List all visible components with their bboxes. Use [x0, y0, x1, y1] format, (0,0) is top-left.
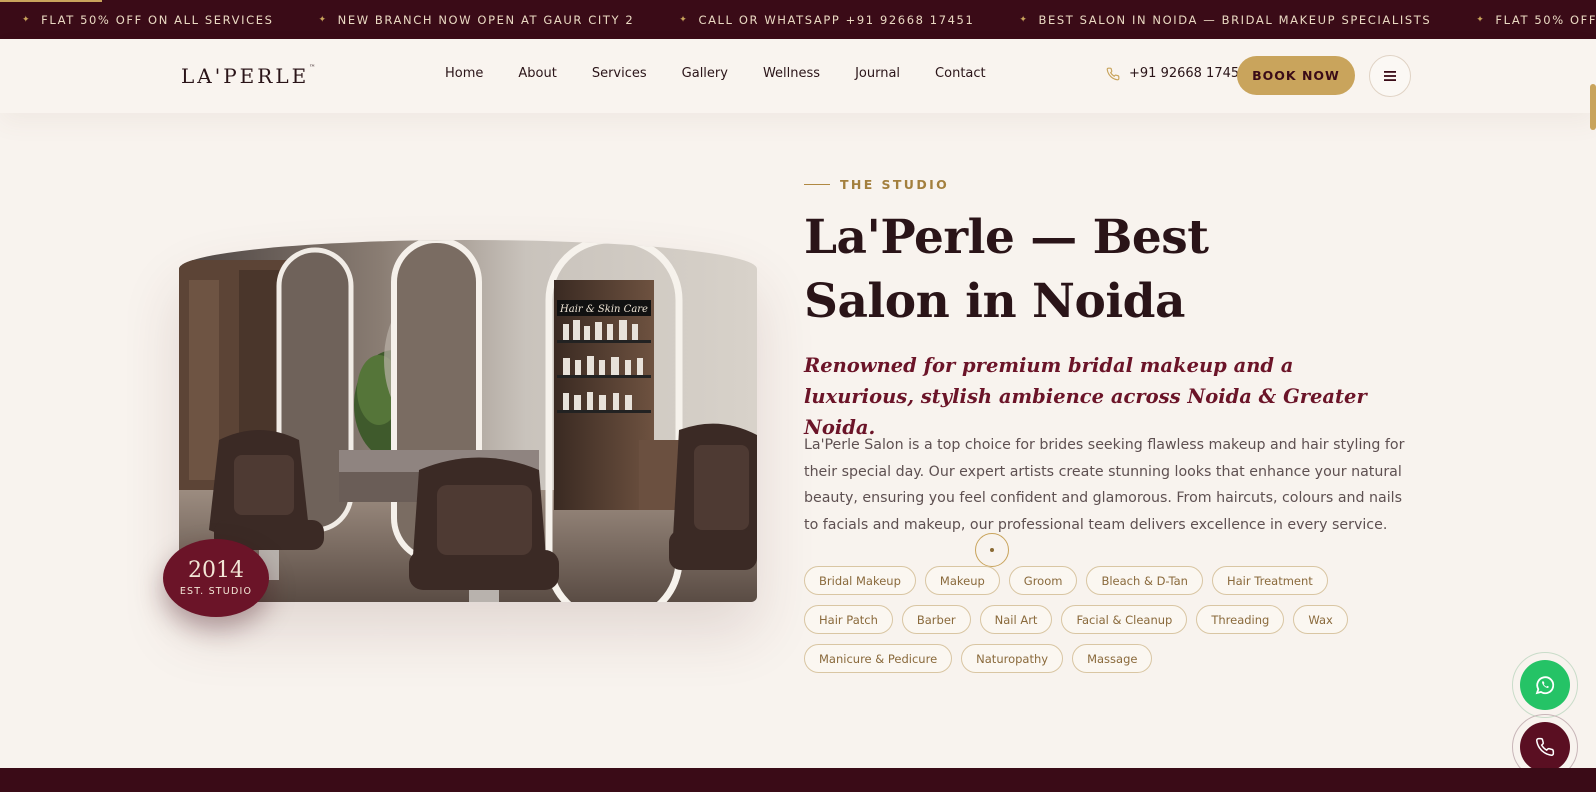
established-year: 2014: [188, 558, 244, 583]
eyebrow-divider: [804, 184, 830, 185]
nav-contact[interactable]: Contact: [935, 66, 986, 81]
sparkle-icon: ✦: [1476, 14, 1486, 25]
established-badge: 2014 EST. STUDIO: [163, 539, 269, 617]
announcement-item: ✦FLAT 50% OFF ON ALL SERVICES: [22, 12, 274, 27]
sparkle-icon: ✦: [318, 14, 328, 25]
menu-button[interactable]: [1369, 55, 1411, 97]
service-tag[interactable]: Wax: [1293, 605, 1348, 634]
salon-interior-image: Hair & Skin Care: [179, 240, 757, 602]
service-tag[interactable]: Manicure & Pedicure: [804, 644, 953, 673]
service-tag[interactable]: Facial & Cleanup: [1061, 605, 1188, 634]
book-now-button[interactable]: BOOK NOW: [1237, 56, 1355, 95]
nav-home[interactable]: Home: [445, 66, 483, 81]
service-tag[interactable]: Nail Art: [979, 605, 1053, 634]
sparkle-icon: ✦: [22, 14, 32, 25]
nav-about[interactable]: About: [518, 66, 556, 81]
custom-cursor: [975, 533, 1009, 567]
service-tag[interactable]: Massage: [1072, 644, 1153, 673]
nav-gallery[interactable]: Gallery: [682, 66, 728, 81]
whatsapp-floating-button[interactable]: [1512, 652, 1578, 718]
announcement-item: ✦ CALL OR WHATSAPP +91 92668 17451: [679, 12, 975, 27]
service-tag[interactable]: Groom: [1008, 566, 1078, 595]
nav-wellness[interactable]: Wellness: [763, 66, 820, 81]
site-header: LA'PERLE™ Home About Services Gallery We…: [0, 39, 1596, 130]
section-title: La'Perle — Best Salon in Noida: [804, 210, 1209, 329]
nav-journal[interactable]: Journal: [855, 66, 900, 81]
service-tag[interactable]: Naturopathy: [961, 644, 1064, 673]
section-description: La'Perle Salon is a top choice for bride…: [804, 437, 1405, 533]
hamburger-menu-icon: [1384, 71, 1396, 81]
sparkle-icon: ✦: [679, 14, 689, 25]
service-tag[interactable]: Barber: [901, 605, 971, 634]
nav-services[interactable]: Services: [592, 66, 647, 81]
announcement-bar: ✦ FLAT 50% OFF ON ALL SERVICES ✦ NEW BRANC…: [0, 0, 1596, 39]
section-subtitle: Renowned for premium bridal makeup and a…: [804, 354, 1367, 439]
service-tags: Bridal Makeup Makeup Groom Bleach & D-Ta…: [804, 566, 1404, 683]
announcement-item: ✦ BEST SALON IN NOIDA — BRIDAL MAKEUP SPE…: [1019, 12, 1432, 27]
header-phone-link[interactable]: +91 92668 17451: [1106, 66, 1247, 81]
site-logo[interactable]: LA'PERLE™: [181, 64, 315, 88]
next-section-band: [0, 768, 1596, 792]
main-nav: Home About Services Gallery Wellness Jou…: [445, 66, 1021, 81]
sparkle-icon: ✦: [1019, 14, 1029, 25]
scroll-progress-bar: [0, 0, 102, 2]
phone-call-icon: [1536, 737, 1555, 756]
announcement-item: ✦FLAT 50% OFF ON ALL SERVICES: [1476, 12, 1596, 27]
section-eyebrow: THE STUDIO: [804, 177, 949, 192]
service-tag[interactable]: Makeup: [924, 566, 1000, 595]
service-tag[interactable]: Hair Patch: [804, 605, 893, 634]
service-tag[interactable]: Threading: [1196, 605, 1285, 634]
salon-sign-text: Hair & Skin Care: [559, 304, 648, 315]
salon-photo: Hair & Skin Care: [179, 240, 757, 602]
whatsapp-icon: [1535, 676, 1555, 695]
announcement-item: ✦ NEW BRANCH NOW OPEN AT GAUR CITY 2: [318, 12, 635, 27]
service-tag[interactable]: Hair Treatment: [1211, 566, 1328, 595]
phone-icon: [1106, 67, 1120, 80]
service-tag[interactable]: Bleach & D-Tan: [1086, 566, 1203, 595]
scrollbar-thumb[interactable]: [1590, 84, 1596, 130]
established-label: EST. STUDIO: [179, 586, 253, 597]
service-tag[interactable]: Bridal Makeup: [804, 566, 916, 595]
